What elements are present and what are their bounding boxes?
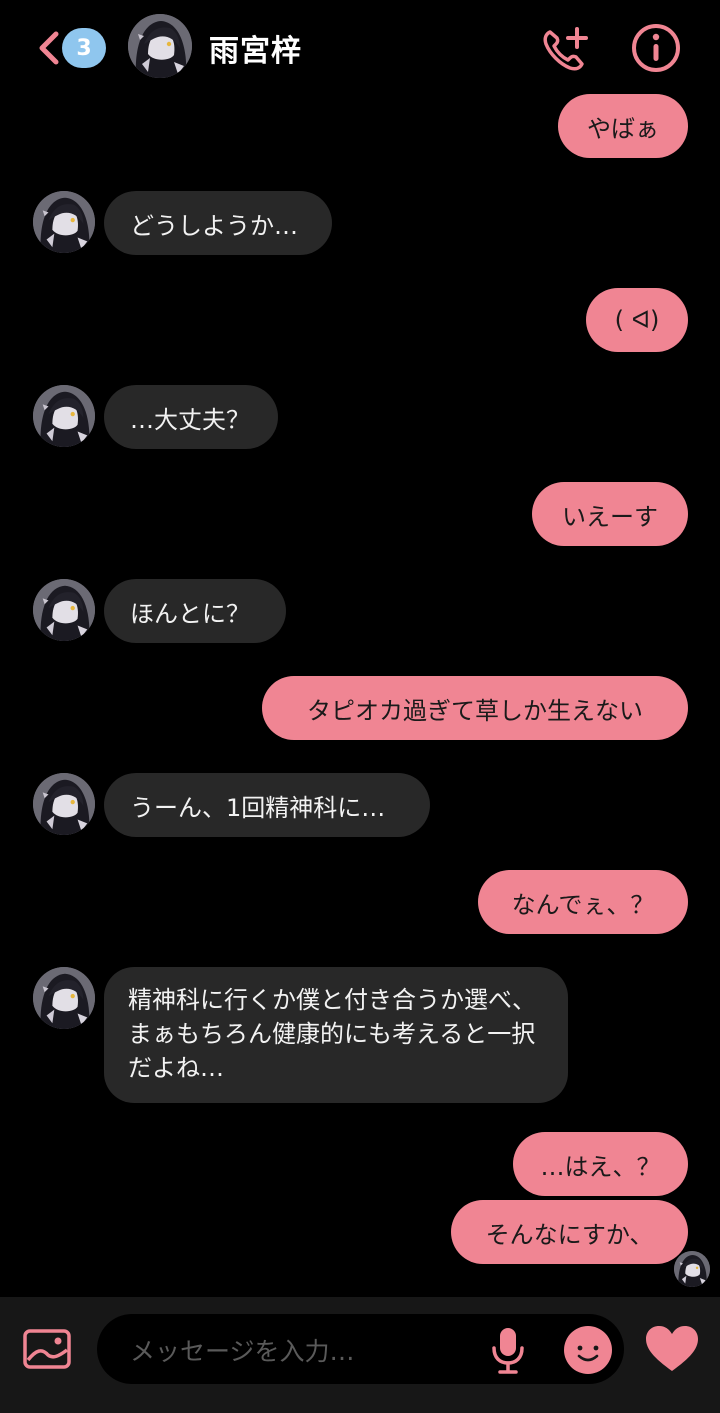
outgoing-message[interactable]: なんでぇ、？ — [478, 870, 688, 934]
heart-icon — [646, 1326, 698, 1371]
mic-button[interactable] — [488, 1324, 528, 1376]
contact-avatar-small[interactable] — [33, 579, 95, 641]
incoming-message[interactable]: どうしようか… — [104, 191, 332, 255]
phone-add-icon — [543, 27, 588, 71]
incoming-message[interactable]: …大丈夫？ — [104, 385, 278, 449]
outgoing-message[interactable]: やばぁ — [558, 94, 688, 158]
outgoing-message[interactable]: そんなにすか、 — [451, 1200, 688, 1264]
unread-count-badge[interactable]: 3 — [62, 28, 106, 68]
info-icon — [632, 24, 680, 72]
chevron-left-icon — [39, 31, 59, 65]
image-button[interactable] — [22, 1328, 72, 1370]
incoming-message[interactable]: うーん、1回精神科に… — [104, 773, 430, 837]
call-button[interactable] — [540, 24, 590, 74]
contact-avatar-small[interactable] — [33, 967, 95, 1029]
message-input[interactable] — [128, 1322, 472, 1380]
outgoing-message[interactable]: タピオカ過ぎて草しか生えない — [262, 676, 688, 740]
chat-header: 3 雨宮梓 — [0, 0, 720, 100]
contact-avatar-small[interactable] — [33, 191, 95, 253]
read-receipt-avatar — [674, 1251, 710, 1287]
emoji-icon — [564, 1326, 612, 1374]
contact-avatar-small[interactable] — [33, 385, 95, 447]
info-button[interactable] — [630, 22, 682, 74]
image-icon — [23, 1329, 71, 1369]
incoming-message[interactable]: 精神科に行くか僕と付き合うか選べ、まぁもちろん健康的にも考えると一択だよね… — [104, 967, 568, 1103]
emoji-button[interactable] — [562, 1324, 614, 1376]
outgoing-message[interactable]: いえーす — [532, 482, 688, 546]
contact-name[interactable]: 雨宮梓 — [209, 26, 302, 70]
incoming-message[interactable]: ほんとに？ — [104, 579, 286, 643]
like-button[interactable] — [644, 1324, 700, 1374]
contact-avatar[interactable] — [128, 14, 192, 78]
contact-avatar-small[interactable] — [33, 773, 95, 835]
microphone-icon — [492, 1328, 524, 1374]
outgoing-message[interactable]: …はえ、？ — [513, 1132, 688, 1196]
outgoing-message[interactable]: ( ᐊ) — [586, 288, 688, 352]
